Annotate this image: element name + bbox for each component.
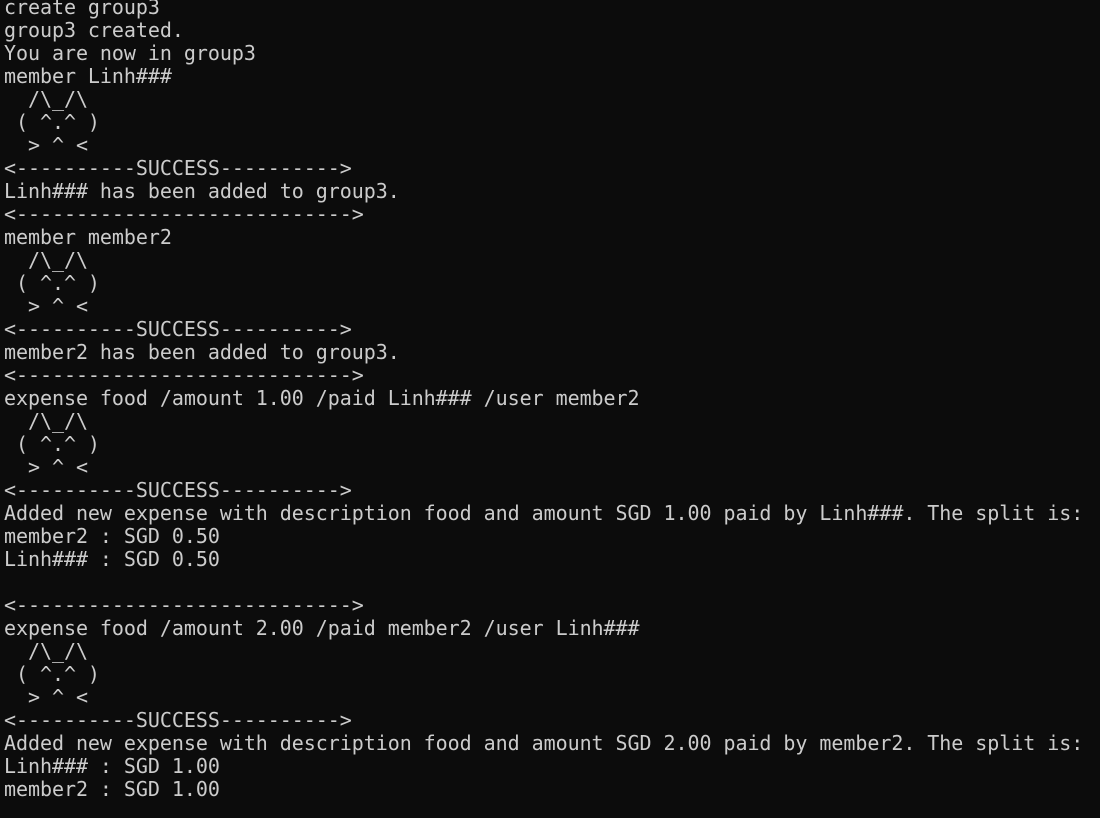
ascii-cat-art: > ^ < [4, 685, 88, 709]
terminal-line: group3 created. [4, 18, 184, 42]
divider: <----------------------------> [4, 363, 364, 387]
terminal-line: member2 : SGD 1.00 [4, 777, 220, 801]
terminal-line: Linh### has been added to group3. [4, 179, 400, 203]
terminal-line: expense food /amount 1.00 /paid Linh### … [4, 386, 640, 410]
ascii-cat-art: /\_/\ [4, 639, 88, 663]
divider: <----------------------------> [4, 593, 364, 617]
terminal-line: You are now in group3 [4, 41, 256, 65]
terminal-line: create group3 [4, 0, 160, 19]
ascii-cat-art: > ^ < [4, 133, 88, 157]
ascii-cat-art: > ^ < [4, 294, 88, 318]
terminal-output[interactable]: create group3 group3 created. You are no… [0, 0, 1100, 814]
ascii-cat-art: /\_/\ [4, 409, 88, 433]
terminal-line: member member2 [4, 225, 172, 249]
terminal-line: Linh### : SGD 0.50 [4, 547, 220, 571]
terminal-line: Added new expense with description food … [4, 731, 1084, 755]
terminal-line: member2 has been added to group3. [4, 340, 400, 364]
terminal-line: member Linh### [4, 64, 172, 88]
ascii-cat-art: /\_/\ [4, 248, 88, 272]
success-divider: <----------SUCCESS----------> [4, 156, 352, 180]
success-divider: <----------SUCCESS----------> [4, 478, 352, 502]
divider: <----------------------------> [4, 202, 364, 226]
ascii-cat-art: ( ^.^ ) [4, 432, 100, 456]
terminal-line: Added new expense with description food … [4, 501, 1084, 525]
success-divider: <----------SUCCESS----------> [4, 708, 352, 732]
terminal-line: Linh### : SGD 1.00 [4, 754, 220, 778]
terminal-line: expense food /amount 2.00 /paid member2 … [4, 616, 640, 640]
ascii-cat-art: ( ^.^ ) [4, 662, 100, 686]
terminal-line: member2 : SGD 0.50 [4, 524, 220, 548]
ascii-cat-art: ( ^.^ ) [4, 110, 100, 134]
ascii-cat-art: /\_/\ [4, 87, 88, 111]
success-divider: <----------SUCCESS----------> [4, 317, 352, 341]
ascii-cat-art: > ^ < [4, 455, 88, 479]
ascii-cat-art: ( ^.^ ) [4, 271, 100, 295]
